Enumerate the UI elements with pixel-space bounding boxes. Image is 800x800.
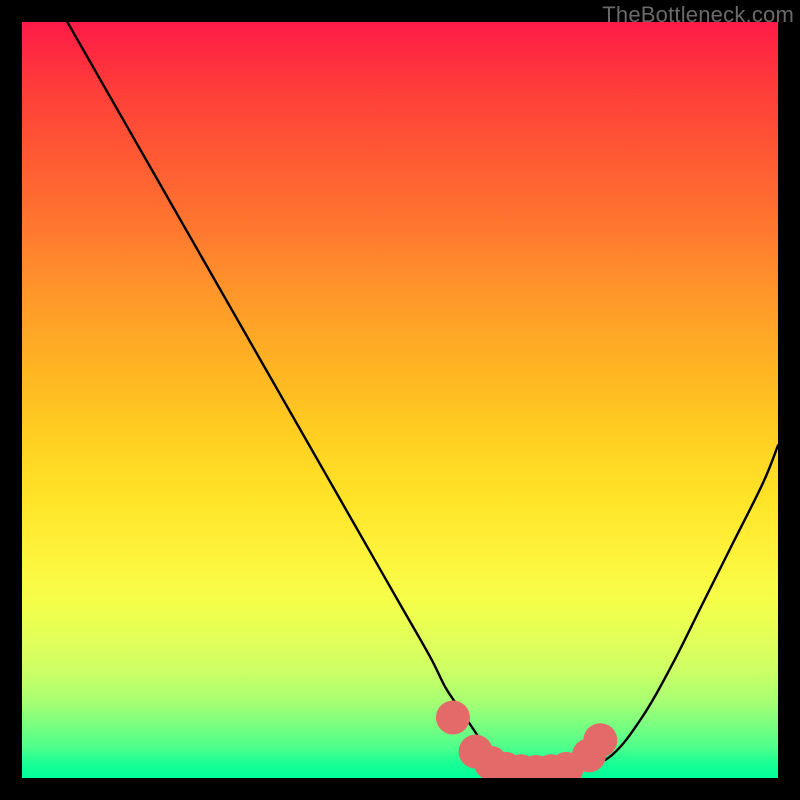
marker-flat-left (436, 701, 470, 735)
chart-svg (22, 22, 778, 778)
marker-flat-right2 (583, 723, 617, 757)
watermark-text: TheBottleneck.com (602, 2, 794, 28)
chart-frame: TheBottleneck.com (0, 0, 800, 800)
bottleneck-curve (67, 22, 778, 774)
flat-region-markers (436, 701, 617, 778)
bottleneck-curve-path (67, 22, 778, 774)
chart-plot-area (22, 22, 778, 778)
